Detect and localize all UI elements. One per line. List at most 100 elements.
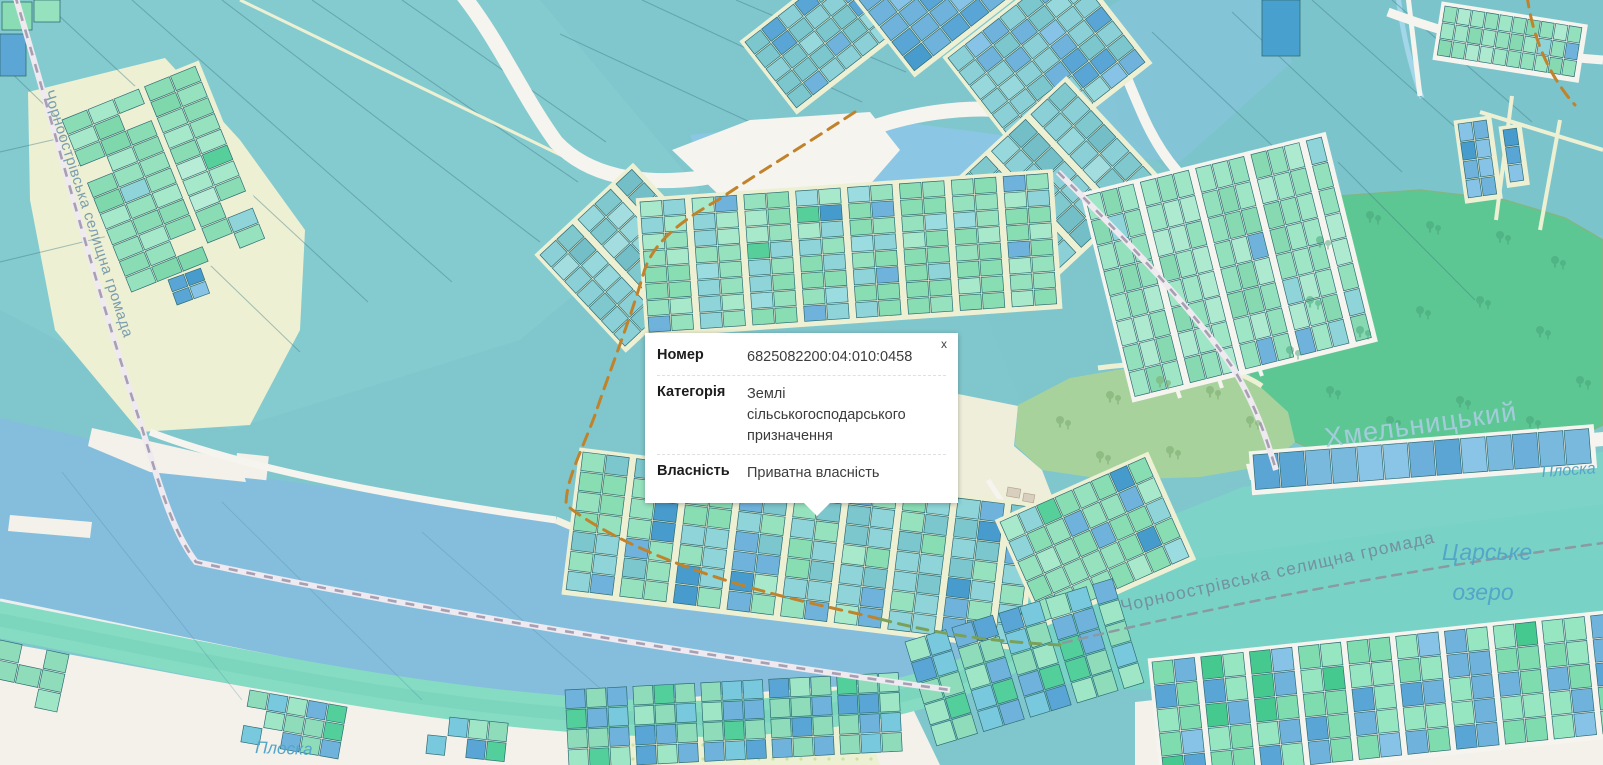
parcel[interactable] <box>976 210 999 227</box>
parcel[interactable] <box>859 694 880 714</box>
parcel[interactable] <box>718 245 741 262</box>
parcel[interactable] <box>699 296 722 313</box>
parcel[interactable] <box>657 744 678 764</box>
parcel[interactable] <box>743 680 764 700</box>
parcel[interactable] <box>1498 672 1521 697</box>
parcel[interactable] <box>1471 675 1494 700</box>
parcel[interactable] <box>693 213 716 230</box>
parcel[interactable] <box>635 725 656 745</box>
parcel[interactable] <box>1456 8 1471 25</box>
parcel[interactable] <box>854 285 877 302</box>
parcel[interactable] <box>1308 740 1331 765</box>
parcel[interactable] <box>979 243 1002 260</box>
parcel[interactable] <box>698 279 721 296</box>
parcel[interactable] <box>655 704 676 724</box>
parcel[interactable] <box>320 739 341 759</box>
parcel[interactable] <box>605 455 630 476</box>
parcel[interactable] <box>1425 704 1448 729</box>
parcel[interactable] <box>1506 51 1521 68</box>
parcel[interactable] <box>1401 682 1424 707</box>
parcel[interactable] <box>881 712 902 732</box>
parcel[interactable] <box>1032 256 1055 273</box>
parcel[interactable] <box>1465 44 1480 61</box>
parcel[interactable] <box>1306 716 1329 741</box>
parcel[interactable] <box>747 243 770 260</box>
parcel[interactable] <box>905 265 928 282</box>
parcel[interactable] <box>722 681 743 701</box>
parcel[interactable] <box>1508 164 1524 182</box>
parcel[interactable] <box>578 472 603 493</box>
parcel[interactable] <box>1552 714 1575 739</box>
parcel[interactable] <box>1466 627 1489 652</box>
parcel[interactable] <box>1225 676 1248 701</box>
popup-close-button[interactable]: x <box>937 336 951 352</box>
parcel[interactable] <box>1160 731 1183 756</box>
parcel[interactable] <box>588 728 609 748</box>
parcel[interactable] <box>620 578 645 599</box>
parcel[interactable] <box>865 547 890 568</box>
parcel[interactable] <box>696 263 719 280</box>
parcel[interactable] <box>1008 241 1031 258</box>
parcel[interactable] <box>927 247 950 264</box>
parcel[interactable] <box>627 518 652 539</box>
parcel[interactable] <box>1201 655 1224 680</box>
parcel[interactable] <box>1203 679 1226 704</box>
parcel[interactable] <box>1228 700 1251 725</box>
parcel[interactable] <box>1347 639 1370 664</box>
parcel[interactable] <box>895 551 920 572</box>
parcel[interactable] <box>695 246 718 263</box>
parcel[interactable] <box>678 743 699 763</box>
parcel[interactable] <box>727 591 752 612</box>
parcel[interactable] <box>1208 726 1231 751</box>
parcel[interactable] <box>798 223 821 240</box>
parcel[interactable] <box>1259 745 1282 765</box>
parcel[interactable] <box>715 195 738 212</box>
parcel[interactable] <box>1493 624 1516 649</box>
parcel[interactable] <box>1468 27 1483 44</box>
parcel[interactable] <box>1470 10 1485 27</box>
parcel[interactable] <box>958 277 981 294</box>
parcel[interactable] <box>952 195 975 212</box>
parcel[interactable] <box>694 230 717 247</box>
parcel[interactable] <box>975 194 998 211</box>
parcel[interactable] <box>745 720 766 740</box>
parcel[interactable] <box>873 217 896 234</box>
parcel[interactable] <box>758 534 783 555</box>
parcel[interactable] <box>912 614 937 635</box>
parcel[interactable] <box>247 690 268 710</box>
parcel[interactable] <box>860 587 885 608</box>
parcel[interactable] <box>1512 17 1527 34</box>
parcel[interactable] <box>1004 192 1027 209</box>
parcel[interactable] <box>1320 642 1343 667</box>
parcel[interactable] <box>907 298 930 315</box>
parcel[interactable] <box>954 212 977 229</box>
parcel[interactable] <box>809 561 834 582</box>
parcel[interactable] <box>1011 290 1034 307</box>
parcel[interactable] <box>1481 29 1496 46</box>
parcel[interactable] <box>592 554 617 575</box>
parcel[interactable] <box>814 521 839 542</box>
parcel[interactable] <box>1437 40 1452 57</box>
parcel[interactable] <box>1520 669 1543 694</box>
parcel[interactable] <box>1352 687 1375 712</box>
parcel[interactable] <box>820 204 843 221</box>
parcel[interactable] <box>1279 719 1302 744</box>
parcel[interactable] <box>1484 13 1499 30</box>
parcel[interactable] <box>1010 274 1033 291</box>
parcel[interactable] <box>1544 643 1567 668</box>
parcel[interactable] <box>1254 697 1277 722</box>
parcel[interactable] <box>951 538 976 559</box>
parcel[interactable] <box>899 182 922 199</box>
parcel[interactable] <box>600 495 625 516</box>
parcel[interactable] <box>1157 708 1180 733</box>
parcel[interactable] <box>703 722 724 742</box>
parcel[interactable] <box>772 274 795 291</box>
parcel[interactable] <box>760 514 785 535</box>
parcel[interactable] <box>653 501 678 522</box>
parcel[interactable] <box>975 541 1000 562</box>
parcel[interactable] <box>1398 658 1421 683</box>
parcel[interactable] <box>774 290 797 307</box>
parcel[interactable] <box>622 558 647 579</box>
parcel[interactable] <box>1274 671 1297 696</box>
parcel[interactable] <box>571 531 596 552</box>
